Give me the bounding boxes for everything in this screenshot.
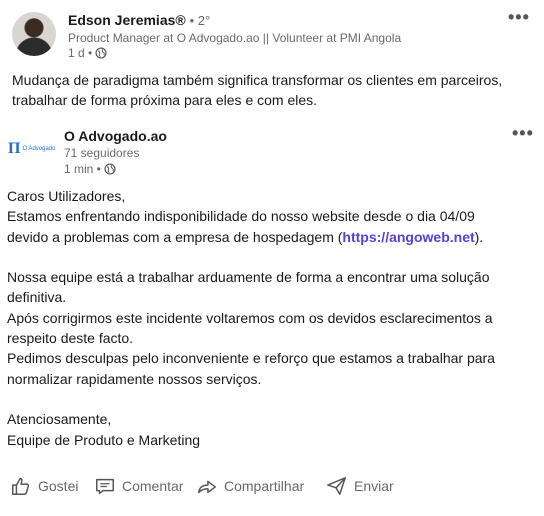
shared-followers: 71 seguidores <box>64 146 140 160</box>
post-meta: 1 d • <box>68 46 107 60</box>
website-link[interactable]: https://angoweb.net <box>342 229 474 245</box>
shared-line: Atenciosamente, <box>7 411 112 428</box>
share-button[interactable]: Compartilhar <box>196 472 304 500</box>
post-time: 1 d • <box>68 46 93 60</box>
shared-time: 1 min • <box>64 162 101 176</box>
shared-line: Pedimos desculpas pelo inconveniente e r… <box>7 350 495 367</box>
post-more-options-icon[interactable]: ••• <box>508 8 530 26</box>
shared-line: respeito deste facto. <box>7 330 134 347</box>
author-headline: Product Manager at O Advogado.ao || Volu… <box>68 31 402 45</box>
author-name[interactable]: Edson Jeremias® • 2° <box>68 12 210 28</box>
like-button[interactable]: Gostei <box>10 472 78 500</box>
shared-line-text: devido a problemas com a empresa de hosp… <box>7 228 343 245</box>
send-button[interactable]: Enviar <box>326 472 394 500</box>
shared-line: definitiva. <box>7 289 67 306</box>
connection-degree: • 2° <box>189 13 211 28</box>
send-icon <box>327 477 346 495</box>
shared-line-text: ). <box>474 228 484 245</box>
shared-post-body: Caros Utilizadores, Estamos enfrentando … <box>7 186 537 450</box>
like-label: Gostei <box>38 478 79 494</box>
globe-icon <box>104 163 116 175</box>
shared-line: Nossa equipe está a trabalhar arduamente… <box>7 269 490 286</box>
comment-button[interactable]: Comentar <box>94 472 183 500</box>
scales-logo-icon: Π <box>8 140 21 157</box>
shared-line: Caros Utilizadores, <box>7 188 126 204</box>
comment-icon <box>96 478 114 495</box>
shared-line: devido a problemas com a empresa de hosp… <box>7 227 537 247</box>
share-label: Compartilhar <box>224 478 305 494</box>
shared-meta: 1 min • <box>64 162 116 176</box>
shared-company-name[interactable]: O Advogado.ao <box>64 128 167 144</box>
post-text: Mudança de paradigma também significa tr… <box>12 70 512 110</box>
shared-line: Após corrigirmos este incidente voltarem… <box>7 309 493 326</box>
shared-line: normalizar rapidamente nossos serviços. <box>7 370 262 387</box>
thumbs-up-icon <box>12 477 30 495</box>
post-text-line: trabalhar de forma próxima para eles e c… <box>12 92 318 108</box>
share-arrow-icon <box>198 480 216 494</box>
company-logo-text: O Advogado <box>22 146 56 152</box>
avatar[interactable] <box>12 12 56 56</box>
author-name-text[interactable]: Edson Jeremias® <box>68 12 186 28</box>
comment-label: Comentar <box>122 478 184 494</box>
shared-more-options-icon[interactable]: ••• <box>512 124 534 142</box>
post-text-line: Mudança de paradigma também significa tr… <box>12 72 503 88</box>
shared-line: Estamos enfrentando indisponibilidade do… <box>7 208 475 225</box>
globe-icon <box>95 47 107 59</box>
action-bar: Gostei Comentar Compartilhar Enviar <box>0 472 544 500</box>
company-logo[interactable]: Π O Advogado <box>8 136 56 162</box>
shared-line: Equipe de Produto e Marketing <box>7 431 201 448</box>
send-label: Enviar <box>354 478 394 494</box>
